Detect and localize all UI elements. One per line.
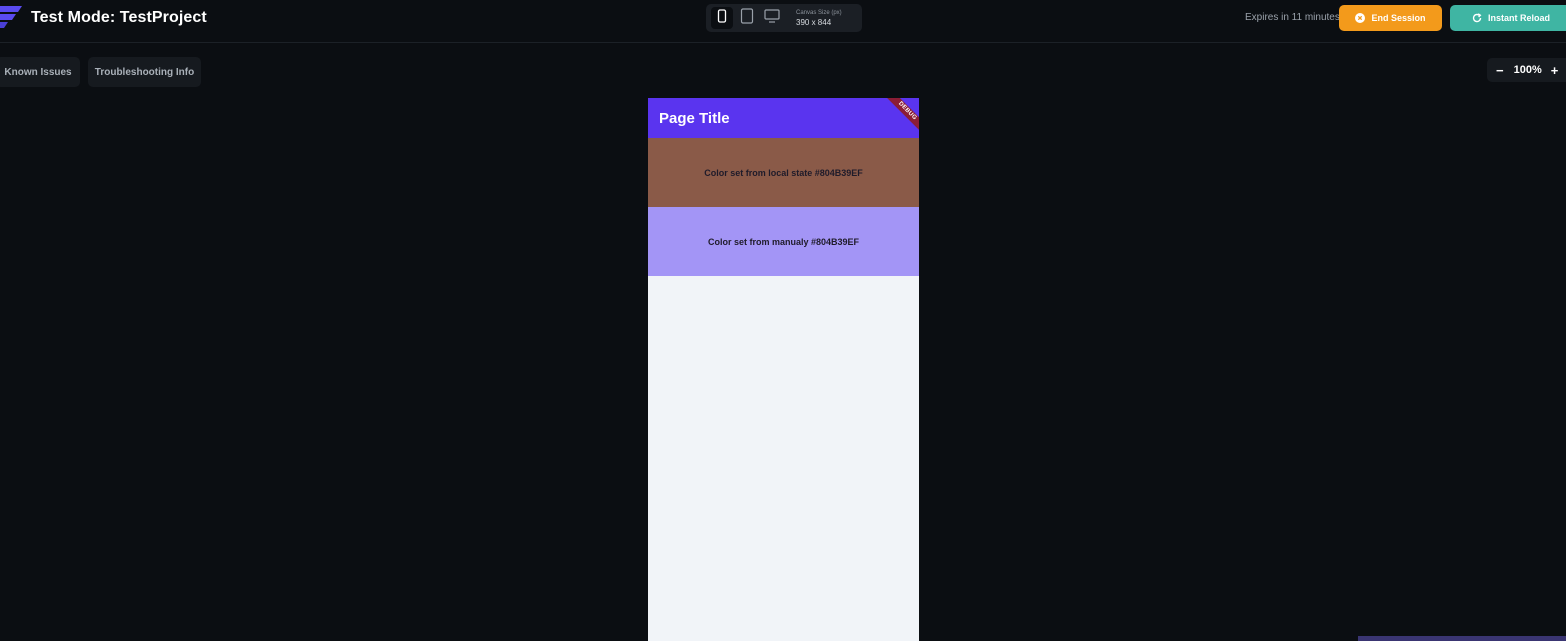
page-title: Page Title <box>659 109 730 127</box>
tablet-icon <box>740 7 754 29</box>
app-bar: Page Title <box>648 98 919 138</box>
canvas-size-label: Canvas Size (px) <box>796 9 842 16</box>
session-expiry-text: Expires in 11 minutes <box>1245 12 1340 23</box>
end-session-label: End Session <box>1371 13 1426 23</box>
canvas-size: Canvas Size (px) 390 x 844 <box>796 10 842 27</box>
desktop-icon <box>764 8 780 28</box>
end-session-button[interactable]: End Session <box>1339 5 1442 31</box>
phone-icon <box>717 8 727 28</box>
device-tablet-button[interactable] <box>736 7 758 29</box>
troubleshooting-info-button[interactable]: Troubleshooting Info <box>88 57 201 87</box>
refresh-icon <box>1472 13 1482 23</box>
device-switcher: Canvas Size (px) 390 x 844 <box>706 4 862 32</box>
canvas-size-value: 390 x 844 <box>796 17 832 27</box>
instant-reload-button[interactable]: Instant Reload <box>1450 5 1566 31</box>
zoom-control: − 100% + <box>1487 58 1566 82</box>
bottom-right-panel-edge <box>1358 636 1566 641</box>
flutterflow-logo-icon <box>0 4 22 28</box>
known-issues-button[interactable]: Known Issues <box>0 57 80 87</box>
phone-preview-canvas: Page Title DEBUG Color set from local st… <box>648 98 919 641</box>
top-bar: Test Mode: TestProject Canvas Size (px) … <box>0 0 1566 43</box>
zoom-level: 100% <box>1513 64 1542 76</box>
local-state-color-panel: Color set from local state #804B39EF <box>648 138 919 207</box>
zoom-in-button[interactable]: + <box>1551 63 1559 78</box>
zoom-out-button[interactable]: − <box>1496 63 1504 78</box>
device-desktop-button[interactable] <box>761 7 783 29</box>
manual-color-text: Color set from manualy #804B39EF <box>707 236 860 247</box>
instant-reload-label: Instant Reload <box>1488 13 1551 23</box>
device-phone-button[interactable] <box>711 7 733 29</box>
close-circle-icon <box>1355 13 1366 23</box>
manual-color-panel: Color set from manualy #804B39EF <box>648 207 919 276</box>
app-title: Test Mode: TestProject <box>31 9 207 26</box>
local-state-color-text: Color set from local state #804B39EF <box>704 167 863 178</box>
